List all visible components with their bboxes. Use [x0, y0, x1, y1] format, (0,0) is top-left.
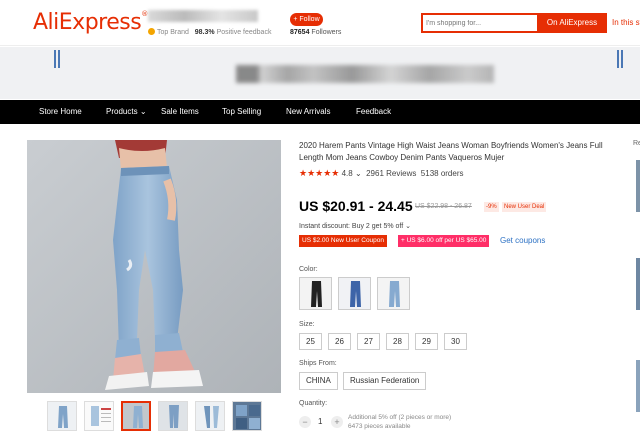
store-coupon[interactable]: + US $6.00 off per US $65.00	[398, 235, 490, 247]
original-price: US $22.98 - 26.87	[415, 203, 472, 210]
thumbnail[interactable]	[158, 401, 188, 431]
thumbnail[interactable]	[195, 401, 225, 431]
chevron-down-icon: ⌄	[354, 169, 362, 178]
rating-stars-icon: ★★★★★	[299, 168, 340, 178]
nav-products-label: Products	[106, 107, 138, 116]
product-main-image[interactable]	[27, 140, 281, 393]
thumbnail[interactable]	[84, 401, 114, 431]
quantity-decrease-button[interactable]: −	[299, 416, 311, 428]
size-option[interactable]: 29	[415, 333, 438, 350]
search-store-button[interactable]: In this store	[607, 13, 640, 33]
banner-decoration-right	[617, 50, 623, 68]
positive-label: Positive feedback	[216, 29, 272, 36]
price: US $20.91 - 24.45	[299, 198, 413, 214]
size-option[interactable]: 30	[444, 333, 467, 350]
additional-discount-text: Additional 5% off (2 pieces or more)	[348, 414, 452, 421]
recommended-item[interactable]	[636, 258, 640, 310]
thumbnail[interactable]	[232, 401, 262, 431]
color-option[interactable]	[299, 277, 332, 310]
ships-from-russia[interactable]: Russian Federation	[343, 372, 427, 390]
nav-top-selling[interactable]: Top Selling	[222, 100, 261, 124]
ships-from-label: Ships From:	[299, 360, 337, 367]
positive-percent: 98.3%	[194, 29, 215, 36]
recommendations-label: Re	[633, 140, 640, 147]
follow-button[interactable]: + Follow	[290, 13, 323, 26]
recommendations-column: Re	[632, 140, 640, 439]
top-bar: AliExpress® Top Brand 98.3% Positive fee…	[0, 0, 640, 46]
search-aliexpress-button[interactable]: On AliExpress	[537, 13, 607, 33]
size-label: Size:	[299, 321, 315, 328]
chevron-down-icon: ⌄	[405, 223, 411, 230]
quantity-input[interactable]: 1	[318, 417, 322, 426]
rating-value[interactable]: 4.8 ⌄	[342, 169, 362, 178]
store-name-blurred[interactable]	[148, 10, 258, 22]
thumbnail[interactable]	[47, 401, 77, 431]
quantity-note: Additional 5% off (2 pieces or more) 647…	[348, 413, 451, 431]
banner-text-blurred	[236, 65, 494, 83]
store-info: Top Brand 98.3% Positive feedback	[148, 10, 276, 40]
color-option[interactable]	[377, 277, 410, 310]
quantity-label: Quantity:	[299, 400, 328, 407]
nav-feedback[interactable]: Feedback	[356, 100, 391, 124]
search-input[interactable]	[426, 16, 534, 30]
color-option[interactable]	[338, 277, 371, 310]
nav-new-arrivals[interactable]: New Arrivals	[286, 100, 330, 124]
new-user-deal-badge: New User Deal	[502, 202, 547, 212]
nav-store-home[interactable]: Store Home	[39, 100, 82, 124]
instant-discount-text: Instant discount: Buy 2 get 5% off	[299, 223, 404, 230]
nav-sale-items[interactable]: Sale Items	[161, 100, 199, 124]
reviews-count[interactable]: 2961 Reviews	[366, 169, 416, 178]
size-option[interactable]: 26	[328, 333, 351, 350]
size-option[interactable]: 27	[357, 333, 380, 350]
discount-badge: -9%	[484, 202, 499, 212]
aliexpress-logo[interactable]: AliExpress®	[33, 10, 148, 35]
logo-text: AliExpress	[33, 10, 142, 35]
store-nav: Store Home Products ⌄ Sale Items Top Sel…	[0, 100, 640, 124]
top-brand-label: Top Brand	[157, 29, 189, 36]
logo-mark: ®	[141, 10, 148, 18]
color-label: Color:	[299, 266, 318, 273]
product-title: 2020 Harem Pants Vintage High Waist Jean…	[299, 141, 603, 162]
pieces-available-text: 6473 pieces available	[348, 423, 411, 430]
search-bar: On AliExpress In this store	[421, 13, 640, 33]
banner-decoration-left	[54, 50, 60, 68]
size-option[interactable]: 25	[299, 333, 322, 350]
store-banner	[0, 47, 640, 99]
thumbnail-active[interactable]	[121, 401, 151, 431]
rating-number: 4.8	[341, 169, 353, 178]
get-coupons-link[interactable]: Get coupons	[500, 236, 545, 245]
followers-label: Followers	[311, 29, 342, 36]
followers-count: 87654	[290, 29, 310, 36]
orders-count: 5138 orders	[420, 169, 464, 178]
quantity-increase-button[interactable]: +	[331, 416, 343, 428]
followers: 87654 Followers	[290, 29, 341, 36]
recommended-item[interactable]	[636, 360, 640, 412]
nav-products[interactable]: Products ⌄	[106, 100, 147, 124]
rating-row: ★★★★★ 4.8 ⌄ 2961 Reviews 5138 orders	[299, 168, 464, 179]
instant-discount[interactable]: Instant discount: Buy 2 get 5% off ⌄	[299, 222, 411, 230]
medal-icon	[148, 28, 155, 35]
store-meta: Top Brand 98.3% Positive feedback	[148, 28, 271, 36]
size-option[interactable]: 28	[386, 333, 409, 350]
ships-from-china[interactable]: CHINA	[299, 372, 338, 390]
model-jeans-illustration	[27, 140, 281, 393]
new-user-coupon[interactable]: US $2.00 New User Coupon	[299, 235, 388, 247]
chevron-down-icon: ⌄	[139, 107, 147, 116]
recommended-item[interactable]	[636, 160, 640, 212]
